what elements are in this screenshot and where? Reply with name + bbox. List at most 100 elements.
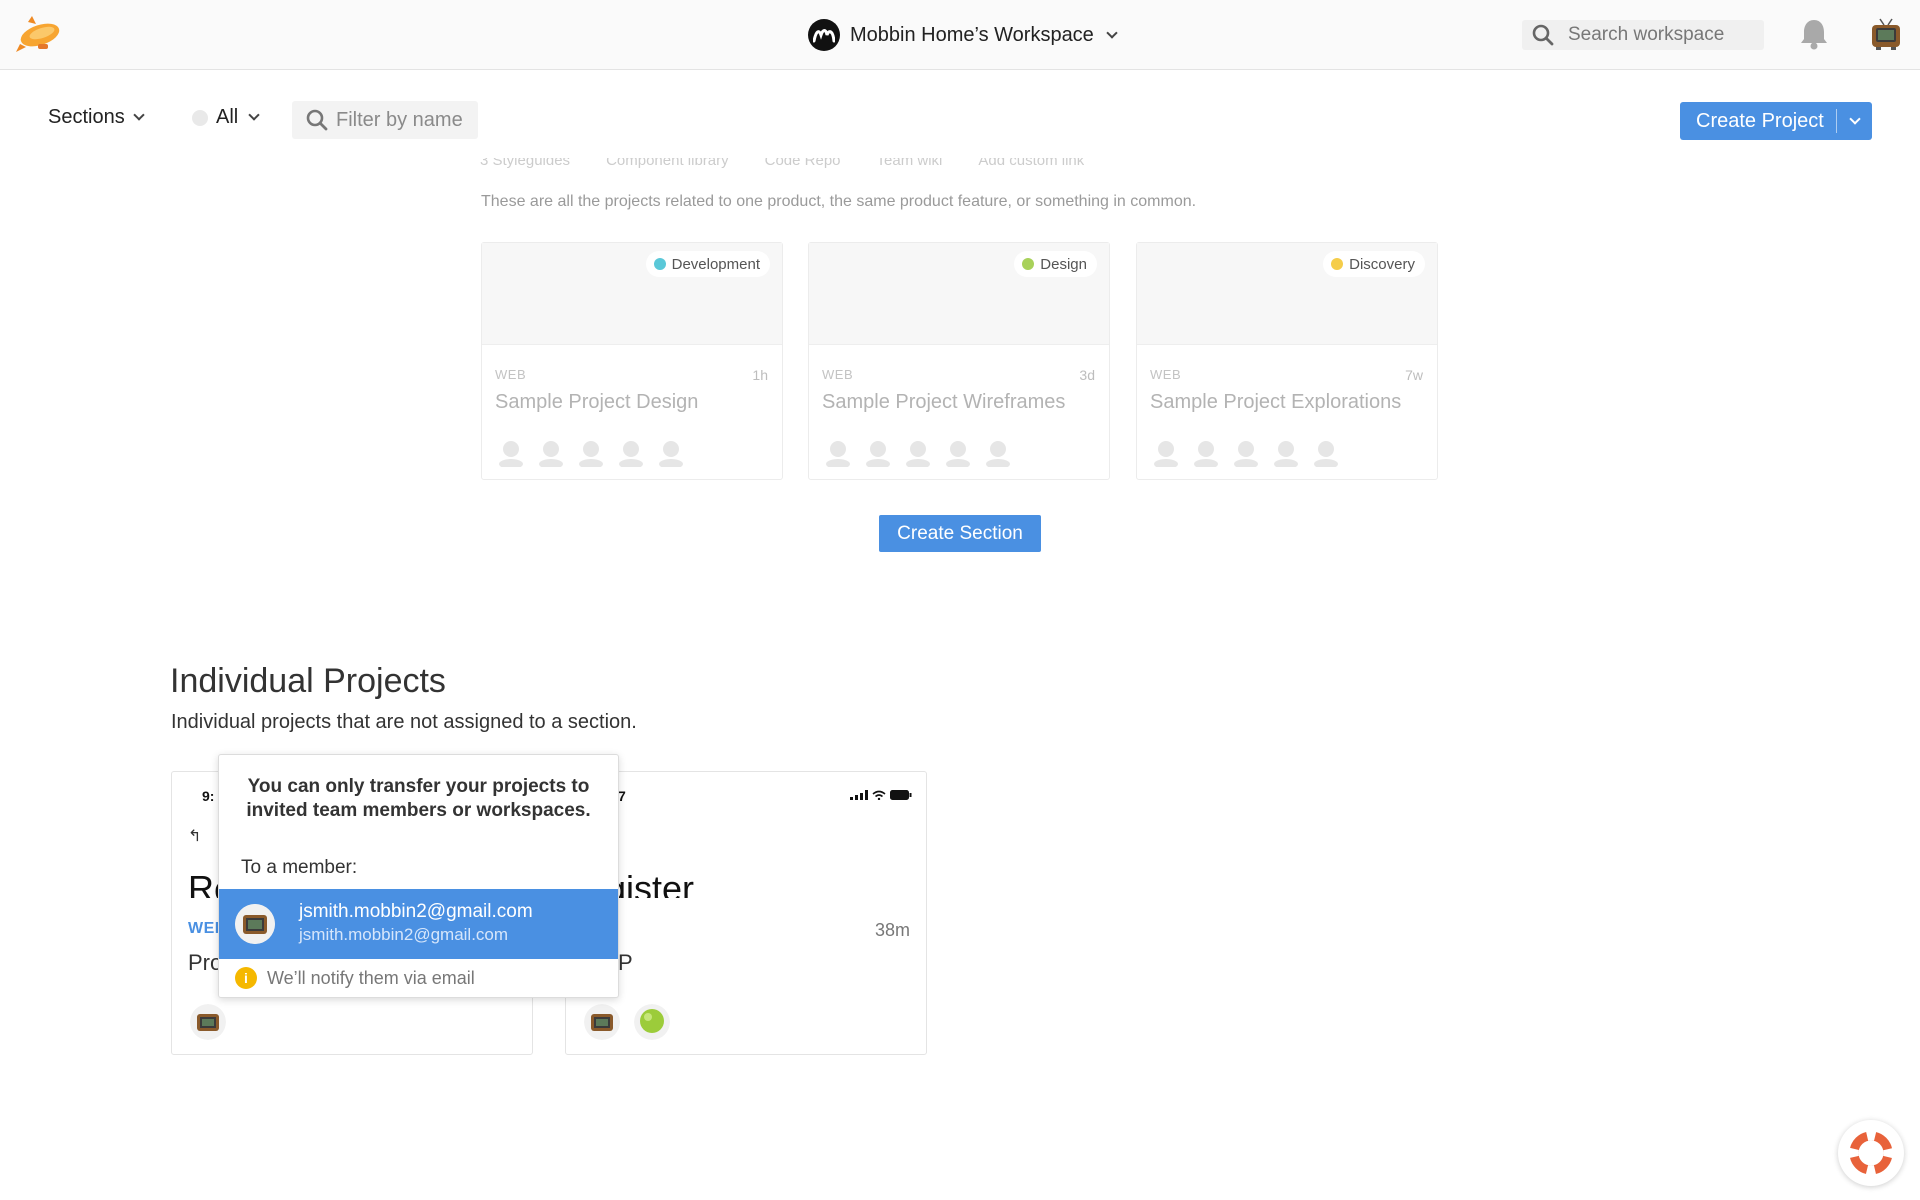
project-members [1153, 439, 1339, 467]
member-placeholder-icon [659, 441, 683, 467]
create-section-button[interactable]: Create Section [879, 515, 1041, 552]
project-members [825, 439, 1011, 467]
info-icon: i [235, 967, 257, 989]
top-bar: Mobbin Home’s Workspace [0, 0, 1920, 70]
status-tag: Design [1014, 251, 1097, 277]
chevron-down-icon [248, 109, 260, 121]
status-tag-label: Development [671, 255, 760, 273]
individual-projects-subtitle: Individual projects that are not assigne… [171, 711, 637, 733]
signal-icon [850, 790, 868, 800]
member-option-name: jsmith.mobbin2@gmail.com [299, 901, 533, 922]
project-platform: WEB [495, 367, 527, 382]
member-placeholder-icon [1274, 441, 1298, 467]
project-title: Sample Project Wireframes [822, 391, 1066, 413]
section-link[interactable]: 3 Styleguides [480, 158, 570, 170]
project-title: Sample Project Explorations [1150, 391, 1402, 413]
zeplin-logo-icon[interactable] [14, 14, 66, 54]
status-dot-icon [653, 258, 666, 270]
member-avatar [634, 1004, 670, 1040]
member-avatar [190, 1004, 226, 1040]
status-tag: Discovery [1323, 251, 1425, 277]
status-filter-dropdown[interactable]: All [192, 106, 260, 129]
project-age: 3d [1079, 367, 1095, 383]
member-section-label: To a member: [241, 857, 358, 878]
member-placeholder-icon [579, 441, 603, 467]
project-age: 7w [1405, 367, 1423, 383]
status-tag-label: Design [1040, 255, 1087, 273]
member-option-email: jsmith.mobbin2@gmail.com [299, 925, 509, 944]
member-placeholder-icon [986, 441, 1010, 467]
member-placeholder-icon [906, 441, 930, 467]
status-filter-label: All [216, 106, 239, 128]
workspace-logo-icon [808, 19, 840, 51]
notify-note-text: We’ll notify them via email [267, 967, 475, 988]
status-dot-icon [1331, 258, 1344, 270]
help-lifebuoy-button[interactable] [1838, 1120, 1904, 1186]
project-platform: WEB [822, 367, 854, 382]
member-placeholder-icon [1154, 441, 1178, 467]
create-project-button[interactable]: Create Project [1680, 102, 1872, 140]
member-placeholder-icon [826, 441, 850, 467]
notifications-bell-icon[interactable] [1796, 16, 1832, 52]
chevron-down-icon [1106, 26, 1118, 39]
project-age: 1h [752, 367, 768, 383]
project-platform: WEB [1150, 367, 1182, 382]
project-card[interactable]: Discovery WEB 7w Sample Project Explorat… [1136, 242, 1438, 480]
member-option[interactable]: jsmith.mobbin2@gmail.com jsmith.mobbin2@… [219, 889, 618, 959]
individual-projects-title: Individual Projects [170, 662, 446, 700]
workspace-search[interactable] [1522, 20, 1764, 50]
preview-status-time: 7 [618, 788, 626, 804]
transfer-project-popover: You can only transfer your projects to i… [218, 754, 619, 998]
section-link[interactable]: Team wiki [877, 158, 943, 170]
member-placeholder-icon [866, 441, 890, 467]
project-members [190, 1004, 226, 1040]
section-link[interactable]: Code Repo [765, 158, 841, 170]
member-placeholder-icon [1234, 441, 1258, 467]
member-placeholder-icon [946, 441, 970, 467]
section-link[interactable]: Component library [606, 158, 729, 170]
search-icon [306, 109, 328, 131]
notify-note: i We’ll notify them via email [235, 967, 475, 989]
project-card[interactable]: Development WEB 1h Sample Project Design [481, 242, 783, 480]
workspace-name: Mobbin Home’s Workspace [850, 23, 1094, 46]
sections-dropdown-label: Sections [48, 106, 125, 128]
status-dot-icon [192, 109, 208, 126]
member-placeholder-icon [499, 441, 523, 467]
member-placeholder-icon [539, 441, 563, 467]
member-placeholder-icon [619, 441, 643, 467]
project-card[interactable]: Design WEB 3d Sample Project Wireframes [808, 242, 1110, 480]
chevron-down-icon [133, 109, 145, 121]
project-members [498, 439, 684, 467]
member-avatar [584, 1004, 620, 1040]
status-tag-label: Discovery [1349, 255, 1415, 273]
status-tag: Development [645, 251, 770, 277]
battery-icon [890, 790, 912, 800]
lifebuoy-icon [1850, 1132, 1892, 1174]
filter-input[interactable] [336, 108, 476, 132]
search-icon [1532, 24, 1554, 46]
create-project-label: Create Project [1696, 109, 1824, 132]
project-age: 38m [874, 920, 910, 940]
status-dot-icon [1022, 258, 1035, 270]
member-placeholder-icon [1314, 441, 1338, 467]
user-avatar[interactable] [1868, 16, 1904, 52]
search-input[interactable] [1568, 24, 1748, 46]
section-link[interactable]: Add custom link [978, 158, 1084, 170]
member-avatar [235, 904, 275, 944]
preview-status-icons [850, 790, 912, 800]
preview-heading: gister [606, 868, 695, 898]
project-members [584, 1004, 670, 1040]
back-arrow-icon: ↰ [188, 828, 202, 845]
project-platform: WEI [188, 920, 220, 937]
preview-status-time: 9: [202, 788, 215, 804]
individual-project-card[interactable]: 7 gister S 38m P [565, 771, 927, 1055]
filter-by-name[interactable] [292, 101, 478, 139]
transfer-message: You can only transfer your projects to i… [246, 776, 591, 821]
workspace-switcher[interactable]: Mobbin Home’s Workspace [808, 18, 1118, 52]
create-project-options-button[interactable] [1837, 102, 1872, 140]
sections-dropdown[interactable]: Sections [48, 106, 145, 129]
project-title: P [618, 950, 633, 975]
projects-toolbar: Sections All Create Project [0, 70, 1920, 170]
project-title: Sample Project Design [495, 391, 699, 413]
chevron-down-icon [1848, 112, 1861, 125]
